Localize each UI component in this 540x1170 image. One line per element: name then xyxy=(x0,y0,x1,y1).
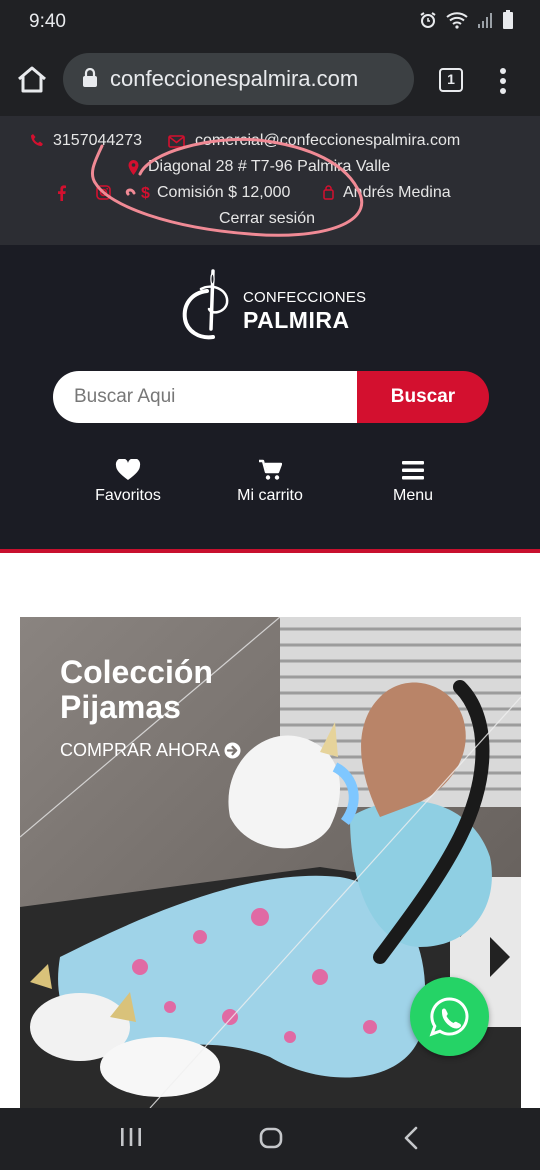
commission-text: Comisión $ 12,000 xyxy=(157,184,291,201)
address-text: Diagonal 28 # T7-96 Palmira Valle xyxy=(148,158,391,175)
home-icon[interactable] xyxy=(14,62,50,98)
wifi-icon xyxy=(446,12,468,29)
site-logo[interactable]: CONFECCIONES PALMIRA xyxy=(181,269,366,343)
url-text: confeccionespalmira.com xyxy=(110,66,359,91)
logo-line1: CONFECCIONES xyxy=(243,289,367,306)
map-pin-icon xyxy=(128,160,139,175)
recents-icon[interactable] xyxy=(120,1126,142,1148)
status-bar: 9:40 xyxy=(0,0,540,44)
facebook-icon[interactable] xyxy=(57,185,66,201)
search-form: Buscar xyxy=(53,371,489,423)
nav-menu[interactable]: Menu xyxy=(353,459,473,515)
home-circle-icon[interactable] xyxy=(259,1126,283,1150)
instagram-icon[interactable] xyxy=(96,185,111,200)
lock-icon xyxy=(83,68,97,87)
phone-link[interactable]: 3157044273 xyxy=(53,132,142,150)
alarm-icon xyxy=(420,12,436,28)
svg-text:$: $ xyxy=(141,185,150,201)
search-button[interactable]: Buscar xyxy=(357,371,489,423)
top-info-bar: 3157044273 comercial@confeccionespalmira… xyxy=(0,116,540,245)
status-icons xyxy=(419,10,514,30)
nav-favorites[interactable]: Favoritos xyxy=(68,459,188,515)
dollar-icon: $ xyxy=(141,185,150,201)
battery-icon xyxy=(503,10,513,29)
nav-menu-label: Menu xyxy=(392,487,434,504)
hero-title: Colección Pijamas xyxy=(60,654,213,725)
user-icon xyxy=(323,185,334,200)
hero-cta-label: COMPRAR AHORA xyxy=(60,740,221,760)
mail-icon xyxy=(168,135,185,148)
logout-link[interactable]: Cerrar sesión xyxy=(219,210,315,228)
nav-cart[interactable]: Mi carrito xyxy=(210,459,330,515)
tabs-icon[interactable]: 1 xyxy=(439,68,463,92)
arrow-right-circle-icon xyxy=(224,742,241,759)
system-nav-bar xyxy=(0,1108,540,1170)
phone-icon xyxy=(31,134,43,146)
cart-icon xyxy=(259,459,282,480)
more-icon[interactable] xyxy=(494,66,512,96)
url-bar[interactable]: confeccionespalmira.com xyxy=(63,53,414,105)
whatsapp-icon xyxy=(429,997,469,1037)
needle-logo-icon xyxy=(182,269,229,340)
search-input[interactable] xyxy=(53,371,358,423)
email-link[interactable]: comercial@confeccionespalmira.com xyxy=(195,132,460,150)
nav-cart-label: Mi carrito xyxy=(237,487,303,504)
header-divider xyxy=(0,549,540,553)
browser-toolbar: confeccionespalmira.com 1 xyxy=(0,44,540,116)
status-time: 9:40 xyxy=(29,11,66,32)
back-icon[interactable] xyxy=(403,1126,419,1150)
menu-icon xyxy=(402,461,424,480)
user-account-link[interactable]: Andrés Medina xyxy=(343,184,451,202)
heart-icon xyxy=(115,459,141,480)
site-header: CONFECCIONES PALMIRA Buscar Favoritos Mi… xyxy=(0,245,540,553)
nav-favorites-label: Favoritos xyxy=(95,487,161,504)
logo-line2: PALMIRA xyxy=(243,307,350,333)
whatsapp-button[interactable] xyxy=(410,977,489,1056)
signal-icon xyxy=(478,13,492,28)
hero-cta-link[interactable]: COMPRAR AHORA xyxy=(60,740,241,761)
